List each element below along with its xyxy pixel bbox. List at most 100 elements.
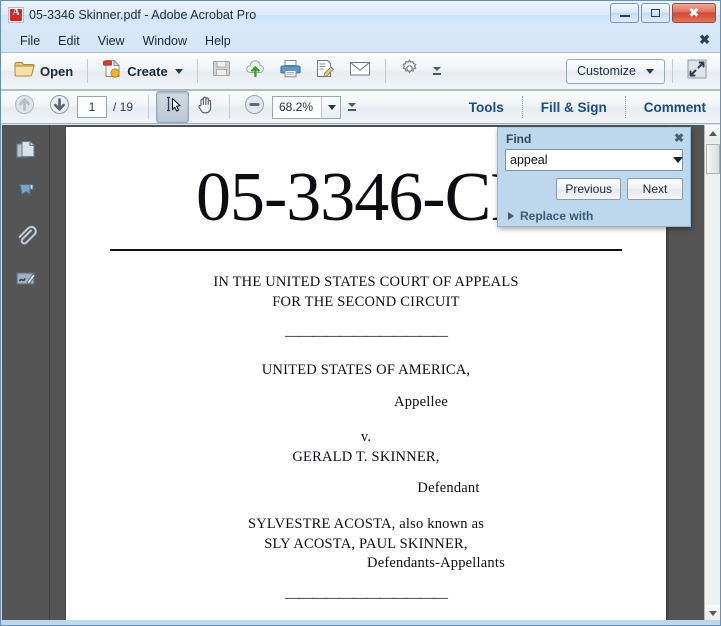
title-rule [110,249,622,251]
toolbar-overflow-button[interactable] [426,63,448,79]
find-next-button[interactable]: Next [627,178,683,200]
zoom-out-button[interactable] [237,90,272,124]
sidebar-item-bookmarks[interactable] [11,178,41,208]
save-disk-icon [212,59,231,83]
party-role-defendant: Defendant [417,480,480,497]
party-gerald-skinner: GERALD T. SKINNER, [292,448,440,465]
maximize-icon [642,4,669,22]
printer-icon [280,59,301,83]
find-input[interactable] [506,152,673,168]
customize-button[interactable]: Customize [565,58,665,84]
chevron-down-icon [328,104,337,110]
vertical-scroll-thumb[interactable] [706,144,720,174]
double-chevron-down-icon [348,103,357,107]
zoom-control[interactable]: 68.2% [272,95,342,119]
toolbar-divider [521,96,523,118]
hand-icon [196,95,215,119]
comment-tab[interactable]: Comment [636,97,714,118]
acrobat-window: 05-3346 Skinner.pdf - Adobe Acrobat Pro … [0,0,721,626]
bookmark-icon [18,183,34,196]
gear-icon [400,59,419,83]
zoom-overflow-button[interactable] [341,99,363,115]
menu-window[interactable]: Window [134,32,196,50]
window-title: 05-3346 Skinner.pdf - Adobe Acrobat Pro [29,8,257,22]
main-toolbar: Open Create Customize [1,52,720,90]
settings-button[interactable] [393,55,426,87]
zoom-dropdown-button[interactable] [321,96,341,118]
window-bottom-strip [2,620,720,625]
create-label: Create [127,63,168,79]
arrow-up-circle-icon [14,94,35,120]
minimize-icon [611,4,638,22]
court-line-1: IN THE UNITED STATES COURT OF APPEALS [213,274,519,290]
title-bar: 05-3346 Skinner.pdf - Adobe Acrobat Pro … [1,1,720,29]
menu-view[interactable]: View [89,32,134,50]
scroll-down-arrow-icon [709,611,717,616]
close-icon: ✖ [688,5,700,21]
paperclip-attachment-icon [18,225,37,245]
find-dialog-title: Find [506,132,532,146]
toolbar-divider [624,96,626,118]
page-total-label: / 19 [113,100,134,114]
create-button[interactable]: Create [95,55,189,87]
minimize-button[interactable] [610,3,639,23]
customize-label: Customize [576,64,636,78]
toolbar-divider [87,59,89,83]
page-thumbnails-icon [15,140,35,158]
party-united-states: UNITED STATES OF AMERICA, [261,362,471,379]
find-previous-button[interactable]: Previous [556,178,621,200]
save-button[interactable] [205,55,238,87]
open-button[interactable]: Open [7,56,80,86]
divider-2: ———————————— [285,589,448,606]
arrow-down-circle-icon [49,94,70,120]
zoom-out-circle-icon [244,94,265,120]
open-label: Open [40,63,74,79]
fullscreen-button[interactable] [680,55,714,88]
double-chevron-down-icon [432,67,441,71]
vertical-scrollbar[interactable] [704,125,720,622]
close-button[interactable]: ✖ [672,3,716,23]
party-acosta-line-2: SLY ACOSTA, PAUL SKINNER, [264,535,468,552]
fill-and-sign-tab[interactable]: Fill & Sign [533,97,615,118]
hand-tool-button[interactable] [189,91,222,123]
find-dialog[interactable]: Find ✖ Previous Next Replace with [497,127,691,227]
menu-edit[interactable]: Edit [49,32,89,50]
menu-file[interactable]: File [11,32,49,50]
signature-panel-icon [15,272,36,285]
page-number-input[interactable]: 1 [77,96,107,118]
toolbar-divider [148,95,150,119]
find-close-icon[interactable]: ✖ [674,131,684,145]
toolbar-divider [384,59,386,83]
envelope-icon [349,60,371,82]
replace-with-label: Replace with [520,209,594,223]
navigation-pane [2,125,50,622]
close-document-icon[interactable]: ✖ [699,33,710,47]
select-tool-button[interactable] [156,91,190,123]
scroll-up-button[interactable] [705,125,720,142]
sidebar-item-attachments[interactable] [11,221,41,251]
sidebar-item-page-thumbnails[interactable] [11,135,41,165]
pdf-document-icon [8,7,24,23]
cloud-upload-icon [245,59,266,83]
toolbar-divider [229,95,231,119]
menu-bar: File Edit View Window Help ✖ [1,29,720,52]
replace-with-toggle[interactable]: Replace with [508,209,690,223]
toolbar-divider [672,59,673,83]
divider-1: ———————————— [285,328,448,345]
maximize-button[interactable] [641,3,670,23]
window-controls: ✖ [610,3,716,23]
sidebar-item-signatures[interactable] [11,264,41,294]
upload-button[interactable] [238,55,273,87]
menu-help[interactable]: Help [196,32,240,50]
print-button[interactable] [273,55,308,87]
next-page-button[interactable] [42,90,77,124]
sign-button[interactable] [308,55,342,87]
find-history-dropdown-button[interactable] [673,157,683,163]
find-input-wrapper[interactable] [505,149,683,171]
text-select-icon [163,95,182,119]
tools-tab[interactable]: Tools [461,97,512,118]
triangle-right-icon [508,212,514,220]
previous-page-button[interactable] [7,90,42,124]
email-button[interactable] [342,56,378,86]
zoom-value[interactable]: 68.2% [273,100,321,114]
